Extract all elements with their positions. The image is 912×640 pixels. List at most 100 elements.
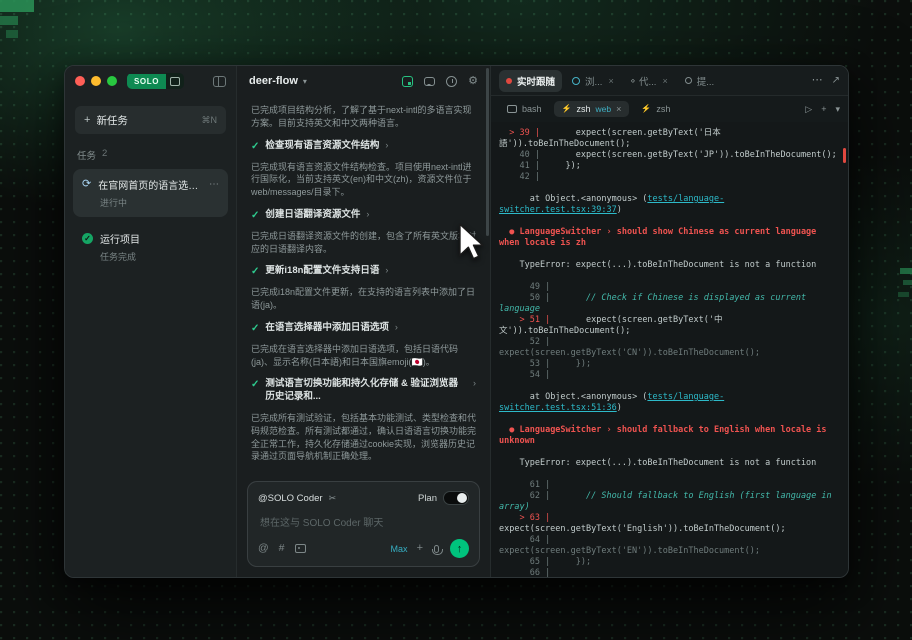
decor-pixel — [898, 292, 909, 297]
minimize-window-button[interactable] — [91, 76, 101, 86]
terminal-line: 54 | — [499, 370, 840, 381]
check-icon: ✓ — [251, 322, 259, 335]
bolt-icon: ⚡ — [641, 105, 651, 113]
terminal-icon — [507, 105, 517, 113]
task-more-icon[interactable]: ⋯ — [209, 179, 219, 190]
terminal-tabbar: bash ⚡ zsh web × ⚡ zsh ▷ + ▾ — [491, 96, 848, 122]
tab-label: 浏... — [585, 74, 602, 88]
zoom-window-button[interactable] — [107, 76, 117, 86]
tasks-header-label: 任务 — [77, 148, 96, 162]
max-mode-label[interactable]: Max — [391, 544, 408, 554]
terminal-line — [499, 183, 840, 194]
commit-icon — [685, 77, 692, 84]
plus-icon: + — [84, 114, 90, 126]
terminal-line: 49 | — [499, 282, 840, 293]
globe-icon — [572, 77, 580, 85]
panel-tabbar: 实时跟随 浏... × ‹› 代... × 提... ⋯ — [491, 66, 848, 96]
more-options-icon[interactable]: ⋯ — [812, 75, 823, 86]
expand-panel-icon[interactable]: ↗ — [832, 76, 840, 86]
chevron-down-icon: ▾ — [303, 77, 307, 86]
check-icon: ✓ — [251, 209, 259, 222]
check-circle-icon: ✓ — [82, 233, 93, 244]
chat-input[interactable]: 想在这与 SOLO Coder 聊天 — [260, 514, 469, 529]
tab-live-follow[interactable]: 实时跟随 — [499, 70, 562, 92]
close-terminal-icon[interactable]: × — [616, 104, 621, 114]
terminal-line: > 63 | expect(screen.getByText('English'… — [499, 513, 840, 535]
agent-mention-label[interactable]: @SOLO Coder — [258, 493, 323, 504]
terminal-line: at Object.<anonymous> (tests/language-sw… — [499, 392, 840, 414]
tab-code[interactable]: ‹› 代... × — [624, 70, 675, 92]
preview-panel: 实时跟随 浏... × ‹› 代... × 提... ⋯ — [491, 66, 848, 577]
chat-message-text: 已完成现有语言资源文件结构检查。项目使用next-intl进行国际化，当前支持英… — [251, 161, 476, 199]
project-title[interactable]: deer-flow — [249, 75, 298, 87]
chat-step[interactable]: ✓创建日语翻译资源文件› — [251, 209, 476, 222]
terminal-line: 42 | — [499, 172, 840, 183]
tab-label: 代... — [639, 74, 656, 88]
chevron-right-icon: › — [395, 322, 398, 332]
terminal-line: 52 | expect(screen.getByText('CN')).toBe… — [499, 337, 840, 359]
tasks-section-header: 任务 2 — [77, 148, 224, 162]
chat-icon[interactable] — [424, 77, 435, 86]
terminal-line: TypeError: expect(...).toBeInTheDocument… — [499, 260, 840, 271]
terminal-line: ● LanguageSwitcher › should show Chinese… — [499, 227, 840, 249]
decor-pixel — [0, 0, 34, 12]
live-preview-icon[interactable] — [402, 76, 413, 87]
solo-badge: SOLO — [127, 74, 166, 89]
bolt-icon: ⚡ — [562, 105, 572, 113]
agent-tools-icon[interactable]: ✂ — [329, 493, 337, 504]
sidebar-toggle-icon[interactable] — [213, 76, 226, 87]
step-title: 检查现有语言资源文件结构 — [265, 140, 379, 153]
new-task-label: 新任务 — [96, 113, 128, 128]
task-item-run-project[interactable]: ✓ 运行项目 任务完成 — [73, 223, 228, 271]
terminal-tab-zsh-web[interactable]: ⚡ zsh web × — [554, 101, 630, 117]
terminal-line — [499, 381, 840, 392]
close-window-button[interactable] — [75, 76, 85, 86]
chat-step[interactable]: ✓更新i18n配置文件支持日语› — [251, 265, 476, 278]
chat-message-text: 已完成日语翻译资源文件的创建，包含了所有英文版本对应的日语翻译内容。 — [251, 230, 476, 256]
settings-icon[interactable]: ⚙ — [468, 76, 478, 87]
terminal-tab-zsh[interactable]: ⚡ zsh — [633, 101, 678, 117]
task-title: 在官网首页的语言选择下拉... — [98, 177, 202, 192]
mention-icon[interactable]: @ — [258, 543, 269, 554]
decor-pixel — [903, 280, 912, 285]
traffic-lights — [75, 76, 117, 86]
terminal-tab-bash[interactable]: bash — [499, 101, 550, 117]
close-tab-icon[interactable]: × — [608, 76, 613, 86]
send-button[interactable]: ↑ — [450, 539, 469, 558]
image-attach-icon[interactable] — [295, 544, 306, 553]
close-tab-icon[interactable]: × — [662, 76, 667, 86]
sidebar-titlebar: SOLO — [65, 66, 236, 96]
plan-toggle[interactable] — [443, 491, 469, 505]
tab-commit[interactable]: 提... — [678, 70, 721, 92]
history-icon[interactable] — [446, 76, 457, 87]
chat-scrollbar[interactable] — [486, 68, 489, 236]
terminal-dropdown-icon[interactable]: ▾ — [835, 104, 840, 115]
terminal-line: 50 | // Check if Chinese is displayed as… — [499, 293, 840, 315]
step-title: 测试语言切换功能和持久化存储 & 验证浏览器历史记录和... — [265, 378, 467, 404]
solo-mode-switch[interactable]: SOLO — [127, 73, 184, 89]
terminal-line: > 51 | expect(screen.getByText('中文')).to… — [499, 315, 840, 337]
chat-message-text: 已完成项目结构分析，了解了基于next-intl的多语言实现方案。目前支持英文和… — [251, 104, 476, 130]
chat-step[interactable]: ✓检查现有语言资源文件结构› — [251, 140, 476, 153]
new-terminal-icon[interactable]: + — [821, 104, 826, 114]
decor-pixel — [0, 16, 18, 25]
terminal-line: at Object.<anonymous> (tests/language-sw… — [499, 194, 840, 216]
microphone-icon[interactable] — [434, 545, 439, 553]
hashtag-icon[interactable]: # — [279, 543, 285, 554]
add-context-icon[interactable]: + — [417, 543, 423, 554]
run-icon[interactable]: ▷ — [805, 104, 812, 115]
terminal-line: 61 | — [499, 480, 840, 491]
chat-step[interactable]: ✓在语言选择器中添加日语选项› — [251, 322, 476, 335]
chat-step[interactable]: ✓测试语言切换功能和持久化存储 & 验证浏览器历史记录和...› — [251, 378, 476, 404]
terminal-output[interactable]: > 39 | expect(screen.getByText('日本語')).t… — [491, 122, 848, 577]
plan-label: Plan — [418, 493, 437, 504]
chat-messages[interactable]: 已完成项目结构分析，了解了基于next-intl的多语言实现方案。目前支持英文和… — [237, 96, 490, 475]
task-item-language-selector[interactable]: ⟳ 在官网首页的语言选择下拉... ⋯ 进行中 — [73, 169, 228, 217]
new-task-button[interactable]: + 新任务 ⌘N — [75, 106, 226, 134]
step-title: 更新i18n配置文件支持日语 — [265, 265, 379, 278]
new-task-shortcut: ⌘N — [202, 115, 218, 126]
terminal-line — [499, 271, 840, 282]
scrollbar-error-marker — [843, 148, 846, 163]
step-title: 创建日语翻译资源文件 — [265, 209, 360, 222]
tab-browser[interactable]: 浏... × — [565, 70, 621, 92]
